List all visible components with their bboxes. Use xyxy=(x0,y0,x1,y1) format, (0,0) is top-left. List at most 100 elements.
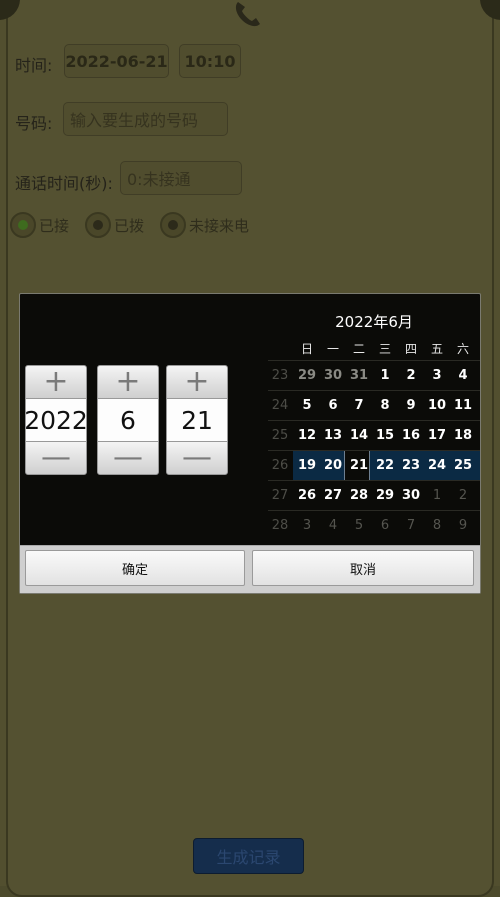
duration-label: 通话时间(秒): xyxy=(15,174,113,193)
calendar-day[interactable]: 4 xyxy=(320,511,346,540)
calendar-day[interactable]: 7 xyxy=(398,511,424,540)
calendar-day[interactable]: 22 xyxy=(372,451,398,480)
weekday-label: 一 xyxy=(326,342,339,356)
calendar-day[interactable]: 20 xyxy=(320,451,346,480)
calendar-day[interactable]: 24 xyxy=(424,451,450,480)
weekday-label: 六 xyxy=(456,342,469,356)
day-decrement-button[interactable]: — xyxy=(166,441,228,475)
weekday-label: 四 xyxy=(404,342,417,356)
calendar-day[interactable]: 21 xyxy=(346,451,372,480)
calendar-day[interactable]: 2 xyxy=(450,481,476,510)
calendar-day[interactable]: 11 xyxy=(450,391,476,420)
calendar-day[interactable]: 29 xyxy=(372,481,398,510)
calendar-week-row: 23 29 30 31 1 2 3 4 xyxy=(268,360,480,390)
calendar-day[interactable]: 19 xyxy=(294,451,320,480)
calendar-week-row: 24 5 6 7 8 9 10 11 xyxy=(268,390,480,420)
calendar-day[interactable]: 25 xyxy=(450,451,476,480)
day-increment-button[interactable]: + xyxy=(166,365,228,399)
date-field[interactable]: 2022-06-21 xyxy=(64,44,169,78)
calendar-day[interactable]: 27 xyxy=(320,481,346,510)
year-decrement-button[interactable]: — xyxy=(25,441,87,475)
calendar-day[interactable]: 16 xyxy=(398,421,424,450)
week-number: 24 xyxy=(271,398,289,413)
weekday-label: 日 xyxy=(300,342,313,356)
calendar-week-row: 27 26 27 28 29 30 1 2 xyxy=(268,480,480,510)
calendar-day[interactable]: 15 xyxy=(372,421,398,450)
calendar-day[interactable]: 1 xyxy=(372,361,398,390)
week-number: 25 xyxy=(271,428,289,443)
cancel-button[interactable]: 取消 xyxy=(252,550,474,586)
phone-handset-icon xyxy=(235,2,260,27)
year-spinner: + 2022 — xyxy=(24,365,88,475)
week-number: 23 xyxy=(271,368,289,383)
radio-dialed[interactable]: 已拨 xyxy=(85,212,144,238)
calendar-view: 2022年6月 日 一 二 三 四 五 六 23 29 30 31 1 2 3 4 24 5 6 7 8… xyxy=(268,294,480,546)
number-input[interactable]: 输入要生成的号码 xyxy=(63,102,228,136)
calendar-day[interactable]: 30 xyxy=(398,481,424,510)
duration-input[interactable]: 0:未接通 xyxy=(120,161,242,195)
calendar-day[interactable]: 18 xyxy=(450,421,476,450)
week-number: 27 xyxy=(271,488,289,503)
date-picker-dialog: + 2022 — + 6 — + 21 — 2022年6月 日 一 二 三 四 … xyxy=(19,293,481,594)
calendar-day[interactable]: 5 xyxy=(294,391,320,420)
week-number: 26 xyxy=(271,458,289,473)
calendar-week-row: 26 19 20 21 22 23 24 25 xyxy=(268,450,480,480)
calendar-day[interactable]: 17 xyxy=(424,421,450,450)
call-type-radio-group: 已接 已拨 未接来电 xyxy=(10,212,265,238)
calendar-day[interactable]: 5 xyxy=(346,511,372,540)
calendar-day[interactable]: 4 xyxy=(450,361,476,390)
radio-label: 已拨 xyxy=(114,216,145,235)
calendar-day[interactable]: 30 xyxy=(320,361,346,390)
day-value[interactable]: 21 xyxy=(166,399,228,441)
calendar-day[interactable]: 8 xyxy=(372,391,398,420)
radio-selected-icon xyxy=(10,212,36,238)
calendar-day[interactable]: 8 xyxy=(424,511,450,540)
calendar-day[interactable]: 9 xyxy=(398,391,424,420)
calendar-day[interactable]: 14 xyxy=(346,421,372,450)
month-decrement-button[interactable]: — xyxy=(97,441,159,475)
radio-missed[interactable]: 未接来电 xyxy=(160,212,249,238)
calendar-day[interactable]: 31 xyxy=(346,361,372,390)
weekday-label: 三 xyxy=(378,342,391,356)
calendar-day[interactable]: 1 xyxy=(424,481,450,510)
calendar-day[interactable]: 28 xyxy=(346,481,372,510)
month-increment-button[interactable]: + xyxy=(97,365,159,399)
radio-label: 已接 xyxy=(39,216,70,235)
calendar-day[interactable]: 12 xyxy=(294,421,320,450)
weekday-label: 五 xyxy=(430,342,443,356)
weekday-header: 日 一 二 三 四 五 六 xyxy=(268,340,480,360)
week-number: 28 xyxy=(271,518,289,533)
calendar-week-row: 25 12 13 14 15 16 17 18 xyxy=(268,420,480,450)
calendar-day[interactable]: 2 xyxy=(398,361,424,390)
calendar-day[interactable]: 6 xyxy=(372,511,398,540)
calendar-day[interactable]: 23 xyxy=(398,451,424,480)
calendar-month-title: 2022年6月 xyxy=(335,313,413,331)
generate-record-button[interactable]: 生成记录 xyxy=(193,838,304,874)
time-field[interactable]: 10:10 xyxy=(179,44,241,78)
year-value[interactable]: 2022 xyxy=(24,399,88,441)
radio-label: 未接来电 xyxy=(189,216,250,235)
confirm-button[interactable]: 确定 xyxy=(25,550,245,586)
radio-answered[interactable]: 已接 xyxy=(10,212,69,238)
month-spinner: + 6 — xyxy=(97,365,159,475)
radio-unselected-icon xyxy=(160,212,187,238)
year-increment-button[interactable]: + xyxy=(25,365,87,399)
calendar-day[interactable]: 9 xyxy=(450,511,476,540)
calendar-day[interactable]: 26 xyxy=(294,481,320,510)
day-spinner: + 21 — xyxy=(166,365,228,475)
calendar-week-row: 28 3 4 5 6 7 8 9 xyxy=(268,510,480,540)
calendar-day[interactable]: 6 xyxy=(320,391,346,420)
month-value[interactable]: 6 xyxy=(97,399,159,441)
calendar-day[interactable]: 3 xyxy=(424,361,450,390)
calendar-day[interactable]: 13 xyxy=(320,421,346,450)
calendar-day[interactable]: 3 xyxy=(294,511,320,540)
time-label: 时间: xyxy=(15,56,53,75)
calendar-grid: 23 29 30 31 1 2 3 4 24 5 6 7 8 9 10 11 25 12 13 14 15 16 17 18 2… xyxy=(268,360,480,540)
number-label: 号码: xyxy=(15,114,53,133)
calendar-day[interactable]: 7 xyxy=(346,391,372,420)
radio-unselected-icon xyxy=(85,212,112,238)
calendar-day[interactable]: 10 xyxy=(424,391,450,420)
dialog-button-bar: 确定 取消 xyxy=(20,545,480,593)
calendar-day[interactable]: 29 xyxy=(294,361,320,390)
weekday-label: 二 xyxy=(352,342,365,356)
